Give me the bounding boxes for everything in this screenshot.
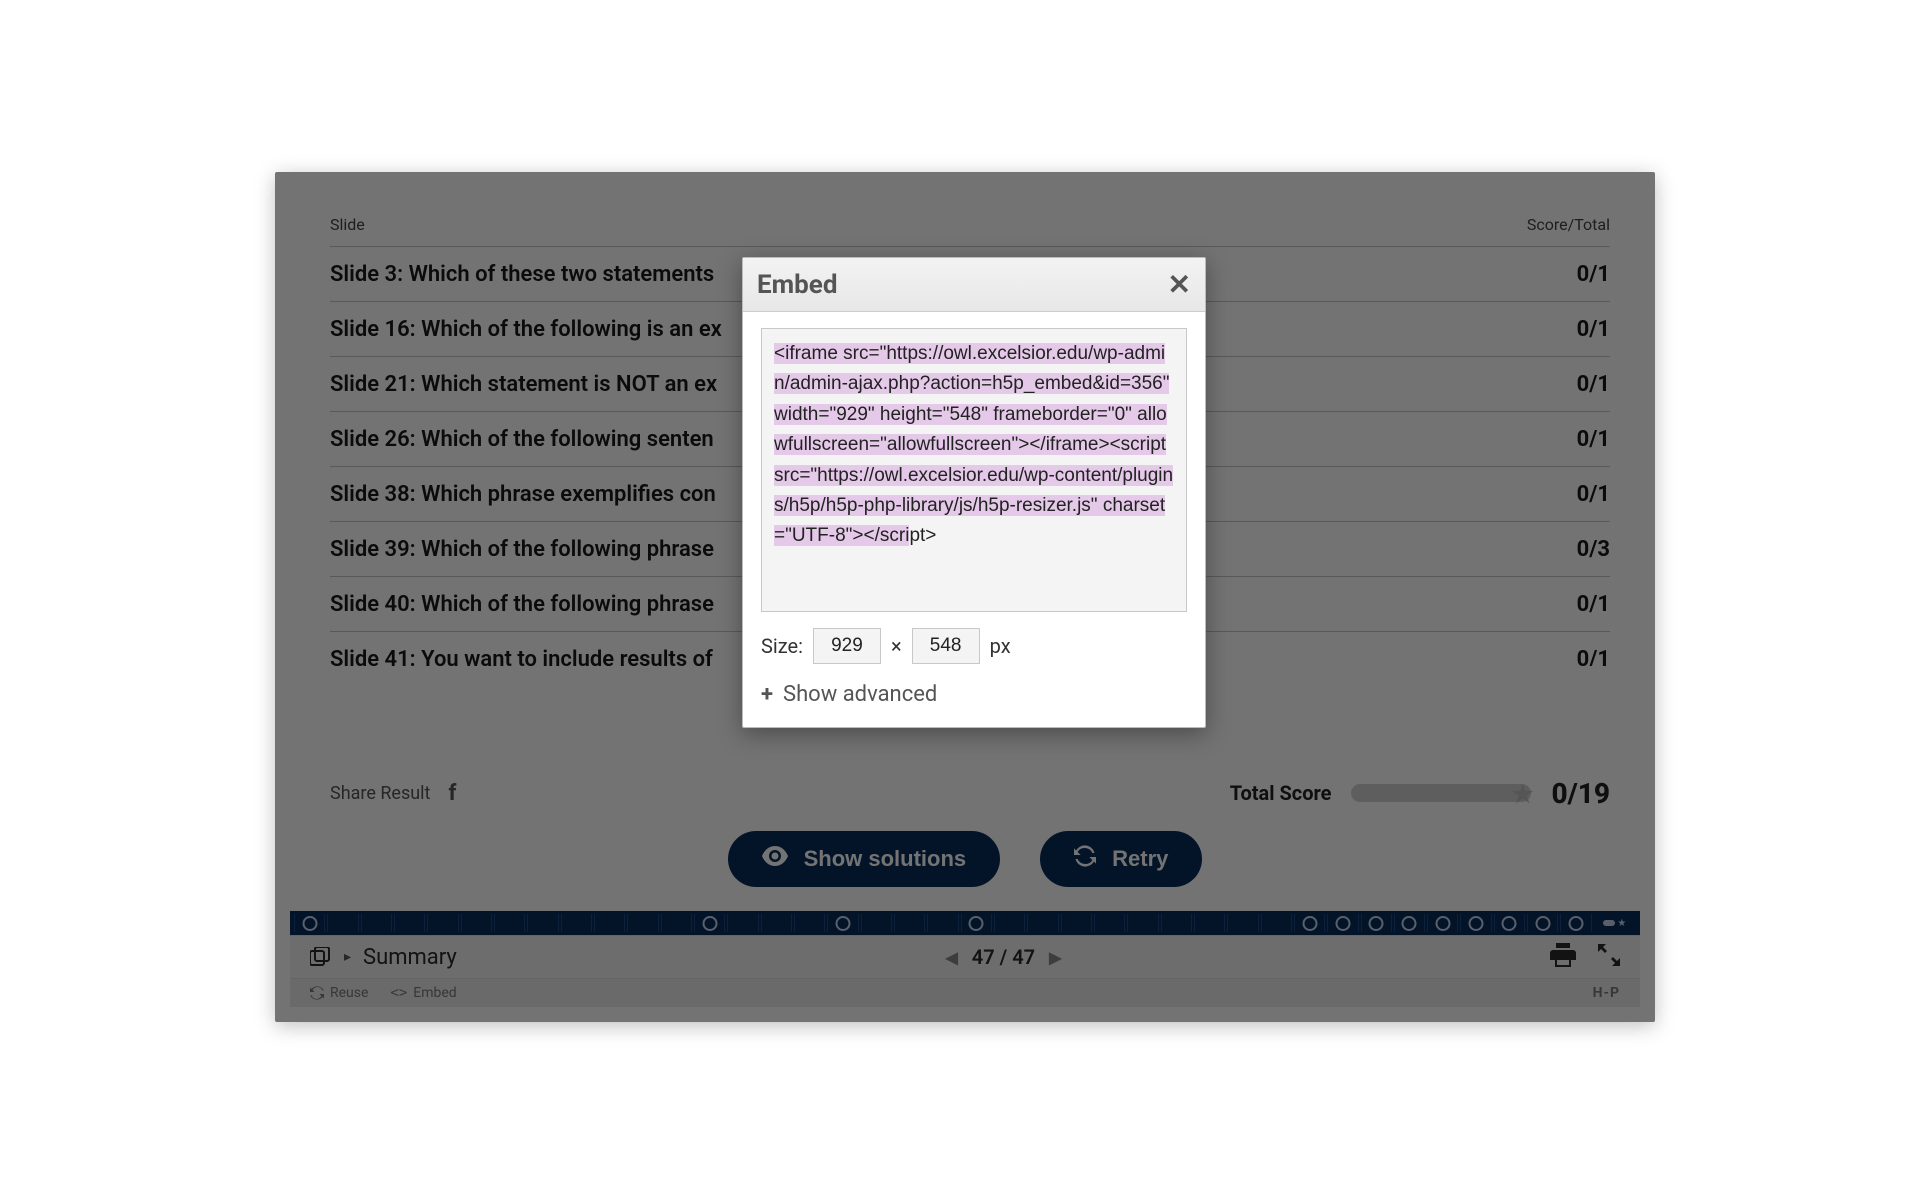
show-advanced-label: Show advanced <box>783 682 937 707</box>
embed-modal: Embed ✕ <iframe src="https://owl.excelsi… <box>742 257 1206 728</box>
embed-code-textarea[interactable]: <iframe src="https://owl.excelsior.edu/w… <box>761 328 1187 612</box>
embed-code-tail: pt> <box>909 525 936 546</box>
modal-title: Embed <box>757 270 837 300</box>
size-label: Size: <box>761 634 803 658</box>
modal-header: Embed ✕ <box>743 258 1205 312</box>
plus-icon: + <box>761 682 773 707</box>
size-row: Size: × px <box>761 628 1187 664</box>
px-label: px <box>990 634 1011 658</box>
times-separator: × <box>891 634 902 658</box>
embed-code-selected: <iframe src="https://owl.excelsior.edu/w… <box>774 343 1173 546</box>
app-frame: Slide Score/Total Slide 3: Which of thes… <box>275 172 1655 1022</box>
height-input[interactable] <box>912 628 980 664</box>
width-input[interactable] <box>813 628 881 664</box>
show-advanced-toggle[interactable]: + Show advanced <box>761 682 1187 707</box>
close-icon[interactable]: ✕ <box>1168 268 1191 301</box>
